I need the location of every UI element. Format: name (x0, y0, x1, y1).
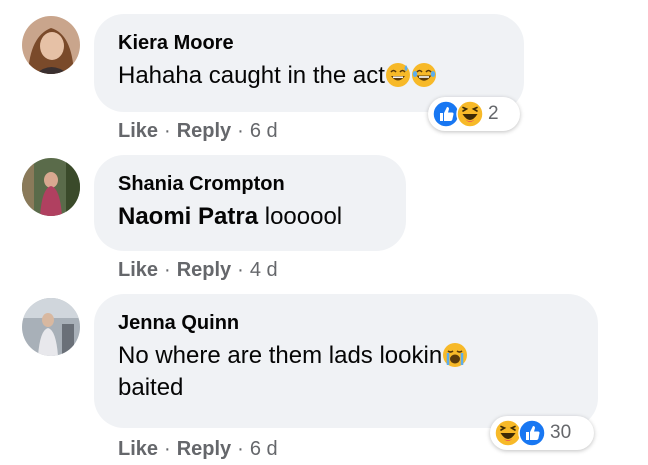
comment-text-body: loooool (258, 203, 343, 230)
like-button[interactable]: Like (118, 438, 158, 460)
comment-bubble: Jenna Quinn No where are them lads looki… (94, 294, 598, 428)
comment-author[interactable]: Jenna Quinn (118, 310, 574, 336)
comment-text-body: No where are them lads lookin (118, 342, 443, 369)
mention-link[interactable]: Naomi Patra (118, 203, 258, 230)
crying-emoji-icon (442, 342, 468, 368)
reaction-count: 30 (550, 422, 572, 443)
comment-text-body: Hahaha caught in the act (118, 62, 385, 89)
reaction-summary[interactable]: 30 (490, 416, 594, 450)
comment-author[interactable]: Kiera Moore (118, 30, 500, 56)
separator-dot: · (164, 438, 171, 460)
separator-dot: · (164, 259, 171, 281)
like-reaction-icon (518, 419, 546, 447)
comment-timestamp[interactable]: 6 d (250, 120, 278, 142)
avatar[interactable] (22, 158, 80, 216)
comment-author[interactable]: Shania Crompton (118, 171, 382, 197)
comment-text-line: baited (118, 374, 184, 401)
like-button[interactable]: Like (118, 259, 158, 281)
reply-button[interactable]: Reply (177, 259, 231, 281)
tears-of-joy-emoji-icon (411, 62, 437, 88)
comment-actions: Like · Reply · 6 d (118, 436, 278, 462)
like-button[interactable]: Like (118, 120, 158, 142)
comment-text-line: No where are them lads lookin (118, 340, 574, 372)
reply-button[interactable]: Reply (177, 120, 231, 142)
comment-bubble: Shania Crompton Naomi Patra loooool (94, 155, 406, 251)
grinning-sweat-emoji-icon (385, 62, 411, 88)
comment-timestamp[interactable]: 6 d (250, 438, 278, 460)
comment-text: Naomi Patra loooool (118, 201, 382, 233)
haha-reaction-icon (456, 100, 484, 128)
reply-button[interactable]: Reply (177, 438, 231, 460)
comment-text: Hahaha caught in the act (118, 60, 500, 92)
separator-dot: · (237, 259, 244, 281)
avatar[interactable] (22, 16, 80, 74)
separator-dot: · (164, 120, 171, 142)
reaction-summary[interactable]: 2 (428, 97, 520, 131)
separator-dot: · (237, 438, 244, 460)
separator-dot: · (237, 120, 244, 142)
reaction-count: 2 (488, 103, 499, 124)
comment-text: No where are them lads lookin baited (118, 340, 574, 404)
comment-actions: Like · Reply · 6 d (118, 118, 278, 144)
comment-timestamp[interactable]: 4 d (250, 259, 278, 281)
avatar[interactable] (22, 298, 80, 356)
comment-actions: Like · Reply · 4 d (118, 257, 278, 283)
